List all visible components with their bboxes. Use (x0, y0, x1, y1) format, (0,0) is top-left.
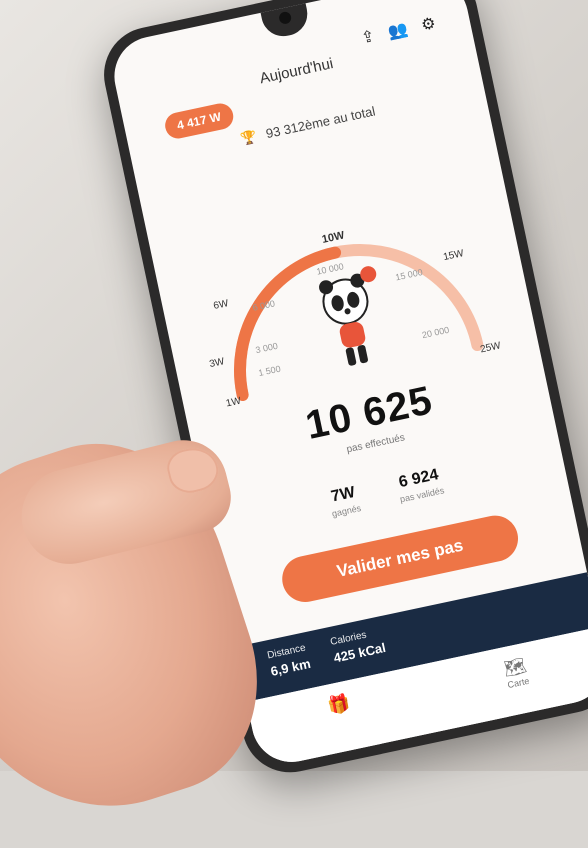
tab-gifts[interactable]: 🎁 (326, 693, 352, 718)
trophy-icon: 🏆 (239, 128, 259, 147)
gauge-label-6w: 6W (212, 298, 230, 312)
share-icon[interactable]: ⇪ (359, 26, 377, 48)
gauge-label-3w: 3W (208, 356, 226, 370)
friends-icon[interactable]: 👥 (386, 19, 410, 43)
gauge-scale-20000: 20 000 (421, 325, 450, 341)
gauge-label-10w: 10W (321, 229, 346, 246)
front-camera (278, 10, 293, 25)
stat-earned: 7W gagnés (327, 483, 362, 519)
gift-icon: 🎁 (325, 692, 353, 717)
gauge-scale-15000: 15 000 (395, 267, 424, 283)
phone-notch (260, 1, 312, 41)
panda-mascot (319, 266, 377, 366)
validate-steps-button[interactable]: Valider mes pas (277, 511, 523, 607)
gauge-progress (234, 246, 342, 401)
gauge-label-15w: 15W (442, 248, 465, 263)
stat-validated: 6 924 pas validés (395, 466, 445, 504)
gear-icon[interactable]: ⚙ (419, 13, 438, 36)
gauge-scale-3000: 3 000 (255, 341, 279, 355)
gauge-scale-1500: 1 500 (257, 364, 281, 378)
gauge-scale-10000: 10 000 (316, 261, 345, 277)
tab-map[interactable]: 🗺 Carte (502, 655, 531, 690)
gauge-label-1w: 1W (225, 395, 243, 409)
